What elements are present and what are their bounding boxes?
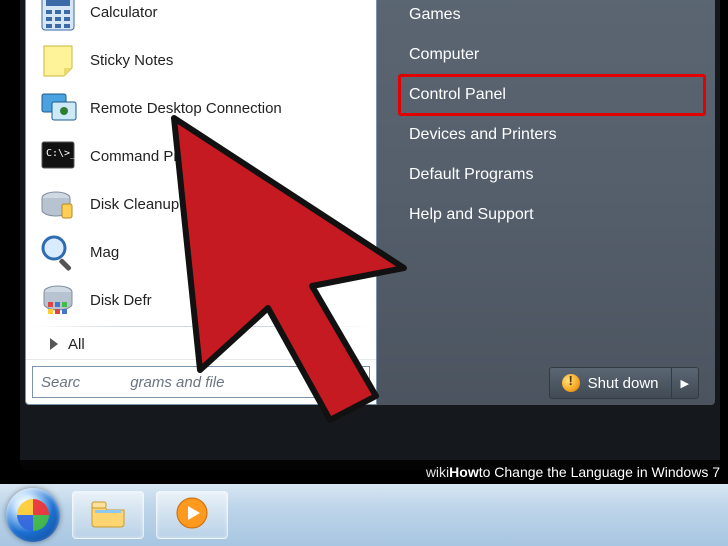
program-remote-desktop[interactable]: Remote Desktop Connection [32, 84, 370, 132]
screenshot-root: Calculator Sticky Notes Remote Desktop C… [0, 0, 728, 546]
taskbar [0, 484, 728, 546]
all-programs[interactable]: All [32, 329, 370, 359]
right-link-help-support[interactable]: Help and Support [399, 195, 705, 235]
right-link-control-panel[interactable]: Control Panel [399, 75, 705, 115]
right-links-list: Games Computer Control Panel Devices and… [377, 0, 705, 363]
shutdown-row: Shut down ▶ [377, 363, 705, 399]
remote-desktop-icon [36, 86, 80, 130]
shutdown-main[interactable]: Shut down [550, 368, 672, 398]
separator [32, 326, 370, 327]
right-link-games[interactable]: Games [399, 0, 705, 35]
sticky-notes-icon [36, 38, 80, 82]
taskbar-item-media-player[interactable] [156, 491, 228, 539]
command-prompt-icon: C:\>_ [36, 134, 80, 178]
program-label: Disk Cleanup [90, 196, 179, 213]
program-label: Command Prompt [90, 148, 212, 165]
program-label: Sticky Notes [90, 52, 173, 69]
search-icon[interactable]: 🔍 [337, 372, 369, 392]
explorer-icon [90, 498, 126, 532]
program-magnifier[interactable]: Mag [32, 228, 370, 276]
magnifier-icon [36, 230, 80, 274]
programs-list: Calculator Sticky Notes Remote Desktop C… [26, 0, 376, 359]
program-command-prompt[interactable]: C:\>_ Command Prompt [32, 132, 370, 180]
program-disk-cleanup[interactable]: Disk Cleanup [32, 180, 370, 228]
all-programs-label: All [68, 336, 85, 353]
program-disk-defrag[interactable]: Disk Defr [32, 276, 370, 324]
right-link-label: Help and Support [409, 206, 534, 224]
search-box[interactable]: 🔍 [32, 366, 370, 398]
start-menu: Calculator Sticky Notes Remote Desktop C… [20, 0, 720, 470]
program-calculator[interactable]: Calculator [32, 0, 370, 36]
program-label: Remote Desktop Connection [90, 100, 282, 117]
right-link-label: Computer [409, 46, 479, 64]
disk-defrag-icon [36, 278, 80, 322]
start-menu-body: Calculator Sticky Notes Remote Desktop C… [25, 0, 715, 405]
shutdown-options-arrow[interactable]: ▶ [672, 377, 698, 390]
right-link-label: Control Panel [409, 86, 506, 104]
shutdown-button[interactable]: Shut down ▶ [549, 367, 699, 399]
start-menu-left-pane: Calculator Sticky Notes Remote Desktop C… [25, 0, 377, 405]
right-link-computer[interactable]: Computer [399, 35, 705, 75]
caption-rest: to Change the Language in Windows 7 [479, 464, 720, 480]
shutdown-label: Shut down [588, 375, 659, 392]
right-link-default-programs[interactable]: Default Programs [399, 155, 705, 195]
disk-cleanup-icon [36, 182, 80, 226]
taskbar-item-explorer[interactable] [72, 491, 144, 539]
shield-icon [562, 374, 580, 392]
media-player-icon [175, 496, 209, 534]
start-orb[interactable] [6, 488, 60, 542]
program-label: Mag [90, 244, 119, 261]
caption-bold: How [449, 464, 479, 480]
right-link-devices-printers[interactable]: Devices and Printers [399, 115, 705, 155]
right-link-label: Games [409, 6, 461, 24]
arrow-right-icon [50, 338, 58, 350]
program-label: Disk Defr [90, 292, 152, 309]
calculator-icon [36, 0, 80, 34]
program-label: Calculator [90, 4, 158, 21]
wikihow-caption: wikiHow to Change the Language in Window… [0, 460, 728, 484]
caption-brand: wikiHow [426, 464, 479, 480]
search-container: 🔍 [26, 359, 376, 404]
svg-text:C:\>_: C:\>_ [46, 148, 77, 159]
right-link-label: Default Programs [409, 166, 534, 184]
search-input[interactable] [33, 374, 337, 391]
program-sticky-notes[interactable]: Sticky Notes [32, 36, 370, 84]
start-menu-right-pane: Games Computer Control Panel Devices and… [377, 0, 715, 405]
right-link-label: Devices and Printers [409, 126, 557, 144]
